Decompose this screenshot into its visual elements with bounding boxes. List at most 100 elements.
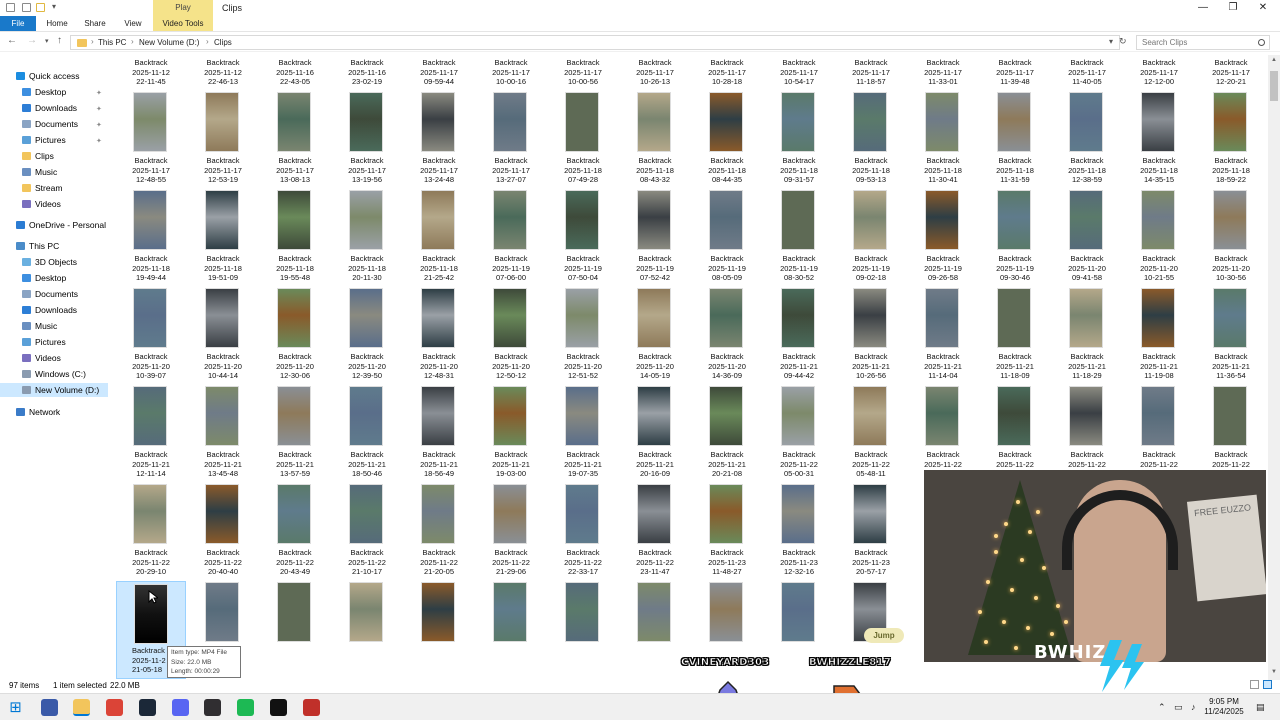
scroll-up-icon[interactable]: ▲: [1271, 57, 1277, 63]
quick-access-folder-icon[interactable]: [36, 3, 45, 12]
sidebar-item[interactable]: Music: [0, 319, 108, 333]
file-item[interactable]: Backtrack 2025-11-22 05-00-31: [764, 447, 834, 545]
sidebar-item[interactable]: OneDrive - Personal: [0, 218, 108, 232]
notifications-icon[interactable]: ▤: [1256, 702, 1265, 713]
file-item[interactable]: Backtrack 2025-11-21 20-16-09: [620, 447, 690, 545]
file-item[interactable]: Backtrack 2025-11-20 12-51-52: [548, 349, 618, 447]
file-item[interactable]: Backtrack 2025-11-17 09-59-44: [404, 55, 474, 153]
file-item[interactable]: Backtrack 2025-11-20 10-30-56: [1196, 251, 1266, 349]
file-item[interactable]: Backtrack 2025-11-22 22-33-17: [548, 545, 618, 643]
file-item[interactable]: Backtrack 2025-11-21 13-45-48: [188, 447, 258, 545]
file-item[interactable]: Backtrack 2025-11-20 12-39-50: [332, 349, 402, 447]
file-item[interactable]: Backtrack 2025-11-17 12-12-00: [1124, 55, 1194, 153]
sidebar-item[interactable]: Desktop ✦: [0, 85, 108, 99]
file-item[interactable]: Backtrack 2025-11-21 12-11-14: [116, 447, 186, 545]
file-item[interactable]: Backtrack 2025-11-23 12-32-16: [764, 545, 834, 643]
vertical-scrollbar[interactable]: ▲ ▼: [1268, 55, 1280, 680]
volume-icon[interactable]: ♪: [1191, 702, 1196, 712]
windows-start-icon[interactable]: ⊞: [7, 699, 24, 716]
file-item[interactable]: Backtrack 2025-11-18 08-44-35: [692, 153, 762, 251]
file-item[interactable]: Backtrack 2025-11-19 08-30-52: [764, 251, 834, 349]
quick-access-dropdown-icon[interactable]: ▾: [52, 2, 56, 11]
file-item[interactable]: Backtrack 2025-11-19 09-30-46: [980, 251, 1050, 349]
taskbar-clock[interactable]: 9:05 PM 11/24/2025: [1198, 697, 1250, 717]
sidebar-item[interactable]: Desktop: [0, 271, 108, 285]
file-item[interactable]: Backtrack 2025-11-22 23-11-47: [620, 545, 690, 643]
sidebar-item[interactable]: Network: [0, 405, 108, 419]
spotify-icon[interactable]: [237, 699, 254, 716]
maximize-button[interactable]: ❐: [1218, 0, 1248, 16]
sidebar-item[interactable]: Videos: [0, 197, 108, 211]
file-item[interactable]: Backtrack 2025-11-18 18-59-22: [1196, 153, 1266, 251]
file-item[interactable]: Backtrack 2025-11-23 11-48-27: [692, 545, 762, 643]
file-item[interactable]: Backtrack 2025-11-18 09-31-57: [764, 153, 834, 251]
forward-arrow-icon[interactable]: →: [27, 35, 37, 46]
file-item[interactable]: Backtrack 2025-11-21 10-26-56: [836, 349, 906, 447]
file-item[interactable]: Backtrack 2025-11-18 12-38-59: [1052, 153, 1122, 251]
file-item[interactable]: Backtrack 2025-11-16 22-43-05: [260, 55, 330, 153]
breadcrumb-clips[interactable]: Clips: [214, 38, 232, 47]
obs-icon[interactable]: [204, 699, 221, 716]
large-icons-view-icon[interactable]: [1263, 680, 1272, 689]
file-item[interactable]: Backtrack 2025-11-16 23-02-19: [332, 55, 402, 153]
sidebar-item[interactable]: This PC: [0, 239, 108, 253]
file-item[interactable]: Backtrack 2025-11-18 19-55-48: [260, 251, 330, 349]
sidebar-item[interactable]: Clips: [0, 149, 108, 163]
file-item[interactable]: Backtrack 2025-11-19 09-26-58: [908, 251, 978, 349]
tab-share[interactable]: Share: [80, 16, 110, 31]
file-item[interactable]: Backtrack 2025-11-12 22-46-13: [188, 55, 258, 153]
quick-access-checkmark-icon[interactable]: [22, 3, 31, 12]
address-dropdown-icon[interactable]: ▾: [1109, 37, 1113, 46]
file-item[interactable]: Backtrack 2025-11-17 12-20-21: [1196, 55, 1266, 153]
sidebar-item[interactable]: 3D Objects: [0, 255, 108, 269]
file-item[interactable]: Backtrack 2025-11-20 12-50-12: [476, 349, 546, 447]
sidebar-item[interactable]: Quick access: [0, 69, 108, 83]
file-item[interactable]: Backtrack 2025-11-21 11-36-54: [1196, 349, 1266, 447]
file-item[interactable]: Backtrack 2025-11-18 19-49-44: [116, 251, 186, 349]
show-hidden-icons-icon[interactable]: ⌃: [1158, 702, 1166, 713]
file-item[interactable]: Backtrack 2025-11-18 19-51-09: [188, 251, 258, 349]
file-item[interactable]: Backtrack 2025-11-20 10-21-55: [1124, 251, 1194, 349]
sidebar-item[interactable]: Music: [0, 165, 108, 179]
file-item[interactable]: Backtrack 2025-11-12 22-11-45: [116, 55, 186, 153]
file-item[interactable]: Backtrack 2025-11-19 07-50-04: [548, 251, 618, 349]
sidebar-item[interactable]: Downloads: [0, 303, 108, 317]
file-item[interactable]: Backtrack 2025-11-20 12-48-31: [404, 349, 474, 447]
recent-locations-chevron-icon[interactable]: ▾: [45, 37, 49, 45]
minimize-button[interactable]: —: [1188, 0, 1218, 16]
up-arrow-icon[interactable]: ↑: [57, 35, 62, 46]
address-box[interactable]: › This PC › New Volume (D:) › Clips ▾: [70, 35, 1120, 50]
file-item[interactable]: Backtrack 2025-11-21 11-14-04: [908, 349, 978, 447]
breadcrumb-separator-icon[interactable]: ›: [91, 37, 94, 46]
tab-view[interactable]: View: [118, 16, 148, 31]
network-icon[interactable]: ▭: [1174, 702, 1183, 713]
file-item[interactable]: Backtrack 2025-11-17 10-28-18: [692, 55, 762, 153]
sidebar-item[interactable]: Pictures ✦: [0, 133, 108, 147]
file-item[interactable]: Backtrack 2025-11-17 11-33-01: [908, 55, 978, 153]
file-explorer-icon[interactable]: [73, 699, 90, 716]
file-item[interactable]: Backtrack 2025-11-22 21-29-06: [476, 545, 546, 643]
sidebar-item[interactable]: Stream: [0, 181, 108, 195]
breadcrumb-separator-icon[interactable]: ›: [206, 37, 209, 46]
file-item[interactable]: Backtrack 2025-11-18 07-49-28: [548, 153, 618, 251]
task-view-icon[interactable]: [41, 699, 58, 716]
sidebar-item[interactable]: New Volume (D:): [0, 383, 108, 397]
capcut-icon[interactable]: [270, 699, 287, 716]
file-item[interactable]: Backtrack 2025-11-17 10-00-16: [476, 55, 546, 153]
scroll-down-icon[interactable]: ▼: [1271, 669, 1277, 675]
file-item[interactable]: Backtrack 2025-11-17 10-26-13: [620, 55, 690, 153]
tab-home[interactable]: Home: [42, 16, 72, 31]
file-item[interactable]: Backtrack 2025-11-17 11-18-57: [836, 55, 906, 153]
file-item[interactable]: Backtrack 2025-11-17 13-24-48: [404, 153, 474, 251]
file-item[interactable]: Backtrack 2025-11-17 12-48-55: [116, 153, 186, 251]
file-item[interactable]: Backtrack 2025-11-20 10-39-07: [116, 349, 186, 447]
search-input[interactable]: [1137, 36, 1247, 49]
file-item[interactable]: Backtrack 2025-11-22 21-10-17: [332, 545, 402, 643]
file-item[interactable]: Backtrack 2025-11-18 09-53-13: [836, 153, 906, 251]
file-item[interactable]: Backtrack 2025-11-19 07-52-42: [620, 251, 690, 349]
tab-file[interactable]: File: [0, 16, 36, 31]
quick-access-properties-icon[interactable]: [6, 3, 15, 12]
discord-icon[interactable]: [172, 699, 189, 716]
file-item[interactable]: Backtrack 2025-11-17 13-08-13: [260, 153, 330, 251]
file-item[interactable]: Backtrack 2025-11-21 20-21-08: [692, 447, 762, 545]
